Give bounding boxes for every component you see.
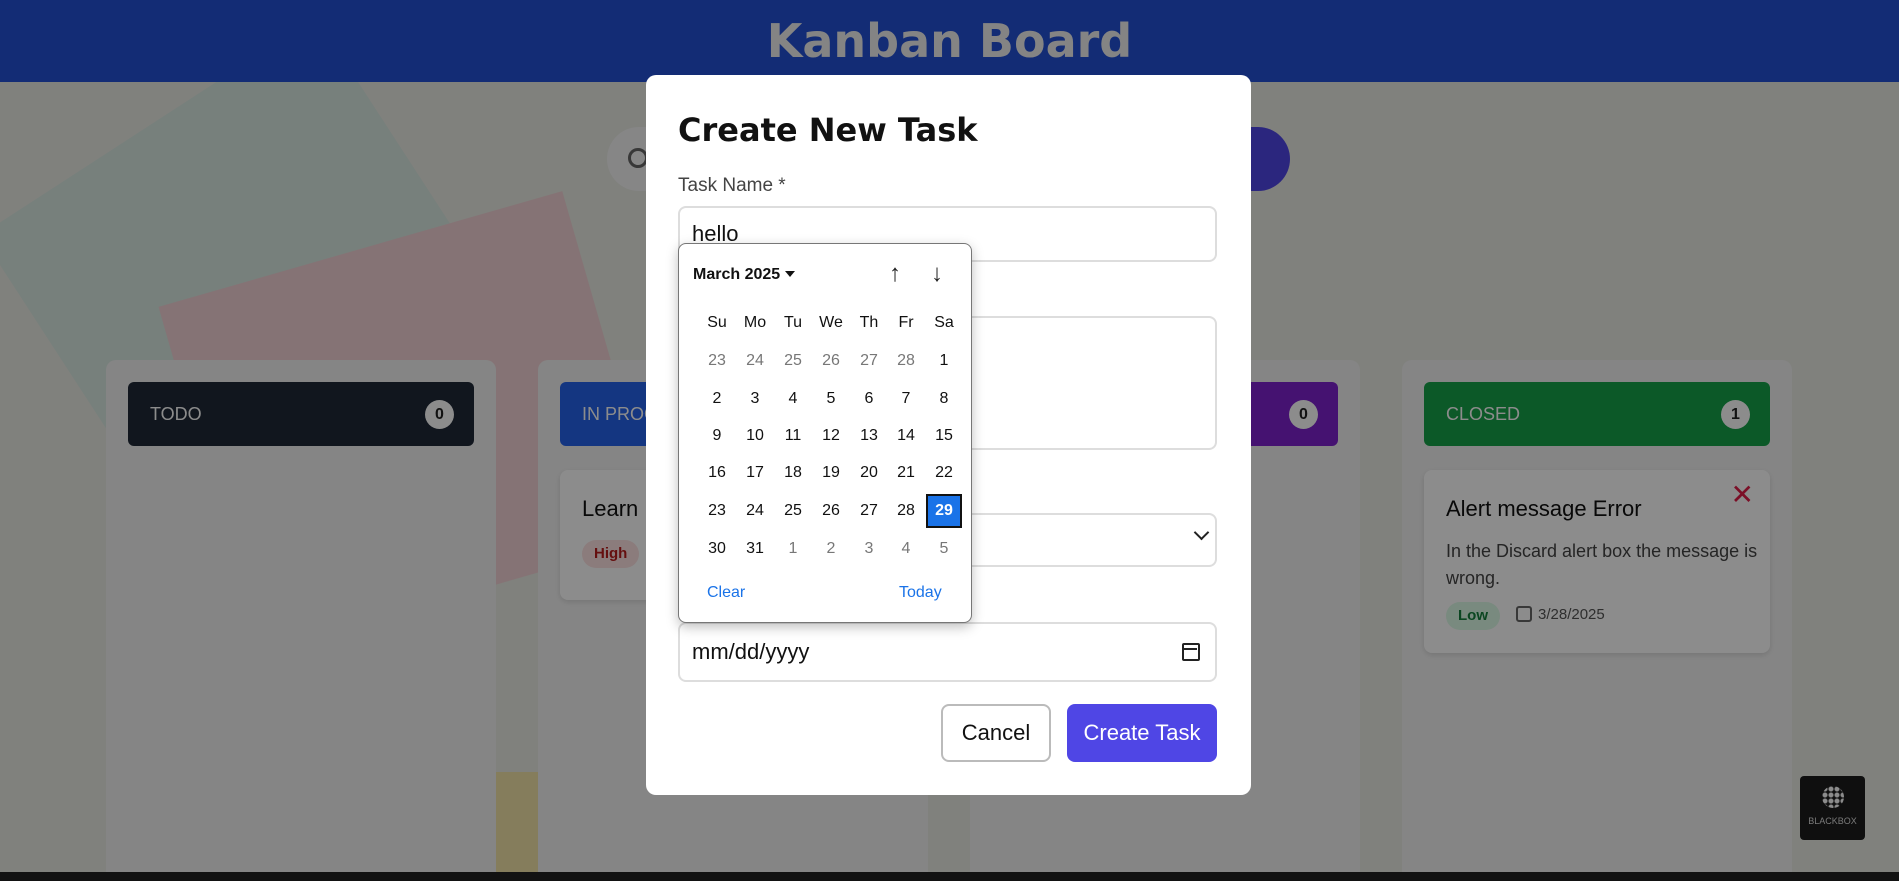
calendar-day[interactable]: 3 xyxy=(851,532,887,566)
weekday-label: Mo xyxy=(743,314,767,331)
calendar-day[interactable]: 23 xyxy=(699,494,735,528)
calendar-day[interactable]: 2 xyxy=(699,382,735,416)
calendar-day[interactable]: 8 xyxy=(926,382,962,416)
calendar-day[interactable]: 1 xyxy=(775,532,811,566)
calendar-day[interactable]: 26 xyxy=(813,494,849,528)
weekday-label: Tu xyxy=(783,314,803,331)
calendar-day[interactable]: 23 xyxy=(699,344,735,378)
due-date-input[interactable]: mm/dd/yyyy xyxy=(678,622,1217,682)
calendar-day[interactable]: 14 xyxy=(888,419,924,453)
calendar-day[interactable]: 9 xyxy=(699,419,735,453)
month-year-selector[interactable]: March 2025 xyxy=(693,266,796,284)
calendar-day[interactable]: 30 xyxy=(699,532,735,566)
calendar-day[interactable]: 4 xyxy=(775,382,811,416)
calendar-day[interactable]: 10 xyxy=(737,419,773,453)
create-task-button[interactable]: Create Task xyxy=(1067,704,1217,762)
cancel-button[interactable]: Cancel xyxy=(941,704,1051,762)
weekday-label: Sa xyxy=(934,314,954,331)
calendar-day[interactable]: 1 xyxy=(926,344,962,378)
calendar-day[interactable]: 3 xyxy=(737,382,773,416)
arrow-down-icon[interactable]: ↓ xyxy=(923,260,951,292)
calendar-day[interactable]: 18 xyxy=(775,456,811,490)
calendar-day[interactable]: 25 xyxy=(775,494,811,528)
arrow-up-icon[interactable]: ↑ xyxy=(881,260,909,292)
calendar-day[interactable]: 24 xyxy=(737,344,773,378)
calendar-day[interactable]: 24 xyxy=(737,494,773,528)
calendar-day[interactable]: 27 xyxy=(851,494,887,528)
task-name-label: Task Name * xyxy=(678,175,786,196)
today-button[interactable]: Today xyxy=(899,584,942,602)
date-picker-popup: March 2025 ↑ ↓ Su Mo Tu We Th Fr Sa 23 24… xyxy=(678,243,972,623)
modal-title: Create New Task xyxy=(678,111,978,149)
calendar-day[interactable]: 19 xyxy=(813,456,849,490)
calendar-day[interactable]: 5 xyxy=(926,532,962,566)
caret-down-icon xyxy=(785,271,796,277)
calendar-day[interactable]: 29 xyxy=(926,494,962,528)
clear-button[interactable]: Clear xyxy=(707,584,745,602)
calendar-day[interactable]: 7 xyxy=(888,382,924,416)
calendar-day[interactable]: 27 xyxy=(851,344,887,378)
calendar-day[interactable]: 4 xyxy=(888,532,924,566)
weekday-label: We xyxy=(819,314,843,331)
calendar-day[interactable]: 16 xyxy=(699,456,735,490)
calendar-day[interactable]: 12 xyxy=(813,419,849,453)
calendar-day[interactable]: 2 xyxy=(813,532,849,566)
weekday-label: Fr xyxy=(898,314,914,331)
calendar-day[interactable]: 20 xyxy=(851,456,887,490)
calendar-day[interactable]: 25 xyxy=(775,344,811,378)
month-label: March 2025 xyxy=(693,266,781,283)
calendar-day[interactable]: 28 xyxy=(888,344,924,378)
weekday-label: Su xyxy=(707,314,727,331)
calendar-day[interactable]: 17 xyxy=(737,456,773,490)
calendar-day[interactable]: 5 xyxy=(813,382,849,416)
calendar-day[interactable]: 21 xyxy=(888,456,924,490)
calendar-day[interactable]: 13 xyxy=(851,419,887,453)
weekday-label: Th xyxy=(859,314,879,331)
calendar-day[interactable]: 28 xyxy=(888,494,924,528)
calendar-day[interactable]: 26 xyxy=(813,344,849,378)
calendar-day[interactable]: 6 xyxy=(851,382,887,416)
calendar-icon[interactable] xyxy=(1182,643,1200,661)
calendar-day[interactable]: 31 xyxy=(737,532,773,566)
calendar-day[interactable]: 22 xyxy=(926,456,962,490)
calendar-day[interactable]: 11 xyxy=(775,419,811,453)
calendar-day[interactable]: 15 xyxy=(926,419,962,453)
